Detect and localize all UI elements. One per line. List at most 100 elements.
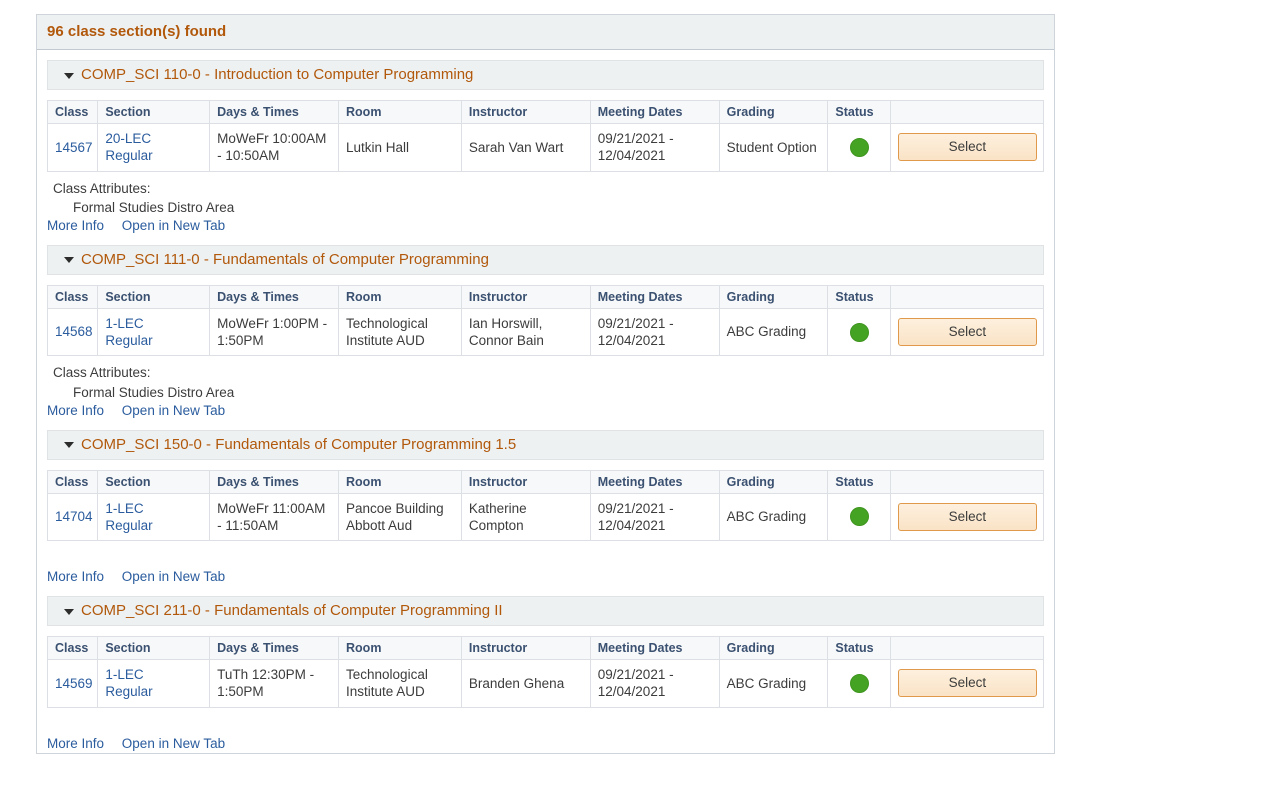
course-group-3: COMP_SCI 211-0 - Fundamentals of Compute… (37, 596, 1054, 753)
green-circle-icon (850, 137, 870, 157)
cell-days-times: MoWeFr 10:00AM - 10:50AM (209, 123, 340, 172)
caret-down-icon[interactable] (64, 72, 74, 79)
section-link-line1[interactable]: 1-LEC (105, 315, 203, 332)
class-attributes-value: Formal Studies Distro Area (73, 384, 235, 400)
course-group-header[interactable]: COMP_SCI 211-0 - Fundamentals of Compute… (47, 596, 1044, 627)
class-number-link[interactable]: 14704 (55, 509, 93, 524)
column-header-action (889, 100, 1045, 124)
cell-meeting-dates: 09/21/2021 - 12/04/2021 (589, 492, 720, 542)
section-link-line2[interactable]: Regular (105, 332, 203, 349)
column-header-room: Room (338, 469, 462, 494)
column-header-class: Class (46, 100, 99, 124)
caret-down-icon[interactable] (64, 257, 74, 264)
column-header-status: Status (827, 284, 891, 309)
cell-section: 20-LEC Regular (97, 123, 211, 172)
search-results-container: 96 class section(s) found COMP_SCI 110-0… (36, 14, 1055, 754)
table-row: 14567 20-LEC Regular MoWeFr 10:00AM - 10… (46, 123, 1045, 172)
course-group-header[interactable]: COMP_SCI 150-0 - Fundamentals of Compute… (47, 429, 1044, 460)
class-attributes: Class Attributes: Formal Studies Distro … (47, 179, 1044, 217)
cell-status (827, 123, 891, 172)
column-header-section: Section (97, 100, 211, 124)
column-header-section: Section (97, 284, 211, 309)
open-in-new-tab-link[interactable]: Open in New Tab (122, 569, 225, 584)
section-link-line1[interactable]: 1-LEC (105, 500, 203, 517)
class-sections-table: Class Section Days & Times Room Instruct… (46, 284, 1045, 357)
column-header-meeting-dates: Meeting Dates (589, 469, 720, 494)
course-group-1: COMP_SCI 111-0 - Fundamentals of Compute… (37, 244, 1054, 420)
class-sections-table: Class Section Days & Times Room Instruct… (46, 636, 1045, 708)
select-button[interactable]: Select (897, 669, 1037, 698)
column-header-grading: Grading (718, 100, 829, 124)
table-header-row: Class Section Days & Times Room Instruct… (46, 636, 1045, 661)
column-header-grading: Grading (718, 469, 829, 494)
open-in-new-tab-link[interactable]: Open in New Tab (122, 218, 225, 233)
class-attributes: Class Attributes: Formal Studies Distro … (47, 363, 1044, 401)
column-header-grading: Grading (718, 636, 829, 661)
course-group-2: COMP_SCI 150-0 - Fundamentals of Compute… (37, 429, 1054, 587)
class-number-link[interactable]: 14568 (55, 324, 93, 339)
select-button[interactable]: Select (897, 133, 1037, 162)
cell-class-number: 14569 (46, 659, 99, 708)
class-number-link[interactable]: 14569 (55, 676, 93, 691)
caret-down-icon[interactable] (64, 608, 74, 615)
course-title: COMP_SCI 211-0 - Fundamentals of Compute… (81, 602, 503, 620)
section-link-line1[interactable]: 20-LEC (105, 130, 203, 147)
cell-section: 1-LEC Regular (97, 307, 211, 357)
cell-action: Select (889, 307, 1045, 357)
table-row: 14569 1-LEC Regular TuTh 12:30PM - 1:50P… (46, 659, 1045, 708)
green-circle-icon (850, 507, 870, 527)
class-number-link[interactable]: 14567 (55, 140, 93, 155)
select-button[interactable]: Select (897, 318, 1037, 347)
cell-class-number: 14704 (46, 492, 99, 542)
cell-instructor: Sarah Van Wart (460, 123, 591, 172)
section-link-line1[interactable]: 1-LEC (105, 666, 203, 683)
more-info-link[interactable]: More Info (47, 403, 104, 418)
table-row: 14704 1-LEC Regular MoWeFr 11:00AM - 11:… (46, 492, 1045, 542)
cell-grading: ABC Grading (718, 492, 829, 542)
cell-meeting-dates: 09/21/2021 - 12/04/2021 (589, 659, 720, 708)
column-header-grading: Grading (718, 284, 829, 309)
column-header-meeting-dates: Meeting Dates (589, 636, 720, 661)
table-header-row: Class Section Days & Times Room Instruct… (46, 284, 1045, 309)
results-count-header: 96 class section(s) found (37, 15, 1054, 50)
cell-class-number: 14567 (46, 123, 99, 172)
column-header-days-times: Days & Times (209, 284, 340, 309)
more-info-link[interactable]: More Info (47, 218, 104, 233)
more-info-link[interactable]: More Info (47, 569, 104, 584)
column-header-instructor: Instructor (460, 100, 591, 124)
course-title: COMP_SCI 110-0 - Introduction to Compute… (81, 66, 474, 83)
more-info-link[interactable]: More Info (47, 736, 104, 751)
course-group-header[interactable]: COMP_SCI 110-0 - Introduction to Compute… (47, 60, 1044, 90)
green-circle-icon (850, 673, 870, 693)
column-header-class: Class (46, 636, 99, 661)
group-footer-links: More Info Open in New Tab (47, 569, 1044, 586)
course-title: COMP_SCI 150-0 - Fundamentals of Compute… (81, 435, 517, 453)
caret-down-icon[interactable] (64, 442, 74, 449)
open-in-new-tab-link[interactable]: Open in New Tab (122, 736, 225, 751)
course-group-header[interactable]: COMP_SCI 111-0 - Fundamentals of Compute… (47, 244, 1044, 275)
cell-instructor: Ian Horswill, Connor Bain (460, 307, 591, 357)
cell-room: Lutkin Hall (338, 123, 462, 172)
cell-meeting-dates: 09/21/2021 - 12/04/2021 (589, 307, 720, 357)
select-button[interactable]: Select (897, 502, 1037, 531)
section-link-line2[interactable]: Regular (105, 147, 203, 164)
cell-action: Select (889, 659, 1045, 708)
class-sections-table: Class Section Days & Times Room Instruct… (46, 100, 1045, 172)
section-link-line2[interactable]: Regular (105, 517, 203, 534)
cell-grading: Student Option (718, 123, 829, 172)
column-header-days-times: Days & Times (209, 636, 340, 661)
group-footer-links: More Info Open in New Tab (47, 403, 1044, 420)
column-header-action (889, 636, 1045, 661)
cell-grading: ABC Grading (718, 307, 829, 357)
column-header-section: Section (97, 636, 211, 661)
column-header-meeting-dates: Meeting Dates (589, 284, 720, 309)
cell-section: 1-LEC Regular (97, 659, 211, 708)
open-in-new-tab-link[interactable]: Open in New Tab (122, 403, 225, 418)
column-header-class: Class (46, 469, 99, 494)
column-header-class: Class (46, 284, 99, 309)
column-header-action (889, 469, 1045, 494)
cell-action: Select (889, 492, 1045, 542)
section-link-line2[interactable]: Regular (105, 683, 203, 700)
column-header-days-times: Days & Times (209, 469, 340, 494)
cell-action: Select (889, 123, 1045, 172)
